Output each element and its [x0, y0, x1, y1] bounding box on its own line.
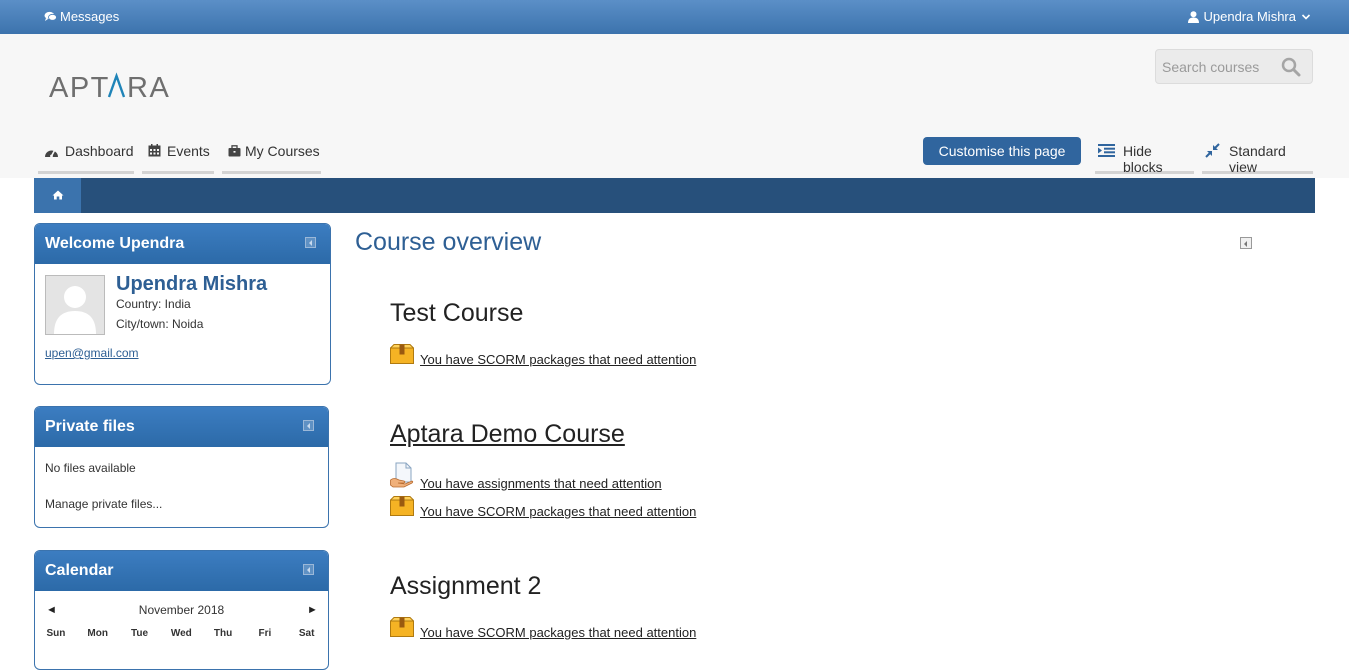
course-alert[interactable]: You have SCORM packages that need attent… [389, 496, 697, 519]
messages-link[interactable]: Messages [44, 9, 119, 24]
breadcrumb-home[interactable] [34, 178, 81, 213]
calendar-title: Calendar [45, 562, 114, 579]
user-menu[interactable]: Upendra Mishra [1187, 9, 1312, 24]
svg-text:RA: RA [127, 72, 170, 104]
home-icon [52, 188, 64, 203]
site-logo[interactable]: APT RA [49, 70, 189, 104]
customise-page-button[interactable]: Customise this page [923, 137, 1081, 165]
private-files-header: Private files [35, 407, 328, 447]
scorm-package-icon [389, 496, 415, 519]
hide-blocks-label: Hide blocks [1123, 143, 1163, 175]
private-files-block: Private files No files available Manage … [34, 406, 329, 528]
course-title-link[interactable]: Aptara Demo Course [390, 420, 625, 449]
user-name: Upendra Mishra [1203, 9, 1297, 24]
search-icon[interactable] [1281, 57, 1301, 80]
svg-text:APT: APT [49, 72, 110, 104]
course-title: Test Course [390, 299, 524, 327]
calendar-weekdays: Sun Mon Tue Wed Thu Fri Sat [35, 628, 328, 639]
dock-icon[interactable] [303, 564, 314, 575]
briefcase-icon [228, 144, 241, 160]
nav-my-courses[interactable]: My Courses [222, 137, 321, 174]
calendar-header: Calendar [35, 551, 328, 591]
calendar-next-button[interactable]: ► [307, 604, 318, 616]
dock-icon[interactable] [1240, 237, 1252, 249]
weekday-label: Mon [87, 628, 108, 639]
page-title: Course overview [355, 228, 542, 256]
course-alert-text: You have assignments that need attention [420, 476, 662, 491]
search-input[interactable] [1162, 57, 1277, 77]
weekday-label: Thu [213, 628, 233, 639]
weekday-label: Sun [46, 628, 66, 639]
top-bar: Messages Upendra Mishra [0, 0, 1349, 34]
calendar-icon [148, 144, 161, 160]
course-alert-text: You have SCORM packages that need attent… [420, 504, 697, 519]
profile-country: Country: India [116, 297, 191, 311]
private-files-title: Private files [45, 418, 135, 435]
weekday-label: Tue [130, 628, 149, 639]
avatar[interactable] [45, 275, 105, 335]
weekday-label: Fri [258, 628, 272, 639]
search-box [1155, 49, 1313, 84]
course-alert[interactable]: You have assignments that need attention [390, 462, 662, 491]
nav-dashboard-label: Dashboard [65, 143, 134, 159]
scorm-package-icon [389, 344, 415, 367]
course-alert[interactable]: You have SCORM packages that need attent… [389, 344, 697, 367]
dock-icon[interactable] [303, 420, 314, 431]
standard-view-label: Standard view [1229, 143, 1286, 175]
dashboard-icon [44, 145, 59, 161]
weekday-label: Sat [298, 628, 315, 639]
chevron-down-icon [1301, 13, 1311, 21]
weekday-label: Wed [170, 628, 192, 639]
compress-icon [1205, 143, 1220, 161]
no-files-text: No files available [45, 461, 136, 475]
course-alert-text: You have SCORM packages that need attent… [420, 625, 697, 640]
messages-icon [44, 11, 57, 22]
welcome-block-header: Welcome Upendra [35, 224, 330, 264]
calendar-month: November 2018 [138, 603, 225, 617]
nav-my-courses-label: My Courses [245, 143, 320, 159]
nav-events[interactable]: Events [142, 137, 214, 174]
calendar-block: Calendar November 2018 ◄ ► Sun Mon Tue W… [34, 550, 329, 670]
hide-blocks-icon [1098, 144, 1115, 160]
dock-icon[interactable] [305, 237, 316, 248]
welcome-block: Welcome Upendra Upendra Mishra Country: … [34, 223, 331, 385]
profile-name-link[interactable]: Upendra Mishra [116, 273, 267, 296]
profile-email-link[interactable]: upen@gmail.com [45, 346, 139, 360]
calendar-prev-button[interactable]: ◄ [46, 604, 57, 616]
hide-blocks-link[interactable]: Hide blocks [1095, 137, 1194, 175]
nav-events-label: Events [167, 143, 210, 159]
scorm-package-icon [389, 617, 415, 640]
course-alert[interactable]: You have SCORM packages that need attent… [389, 617, 697, 640]
page-header: APT RA Dashboard Events My Courses Custo… [0, 34, 1349, 178]
breadcrumb [34, 178, 1315, 213]
assignment-icon [390, 462, 414, 491]
manage-private-files-link[interactable]: Manage private files... [45, 497, 162, 511]
messages-label: Messages [60, 9, 120, 24]
course-alert-text: You have SCORM packages that need attent… [420, 352, 697, 367]
nav-dashboard[interactable]: Dashboard [38, 137, 134, 174]
user-icon [1187, 10, 1199, 23]
course-title: Assignment 2 [390, 572, 542, 600]
welcome-block-title: Welcome Upendra [45, 235, 185, 252]
standard-view-link[interactable]: Standard view [1202, 137, 1313, 175]
profile-city: City/town: Noida [116, 317, 204, 331]
